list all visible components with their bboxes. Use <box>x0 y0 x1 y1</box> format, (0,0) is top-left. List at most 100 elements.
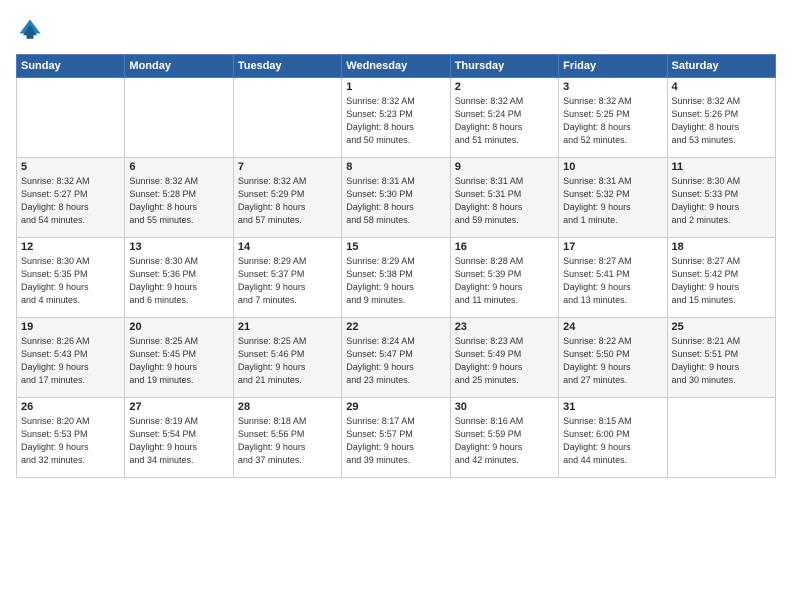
calendar-cell: 11 Sunrise: 8:30 AM Sunset: 5:33 PM Dayli… <box>667 158 775 238</box>
day-info: Sunrise: 8:21 AM Sunset: 5:51 PM Dayligh… <box>672 335 771 387</box>
calendar-week-row: 1 Sunrise: 8:32 AM Sunset: 5:23 PM Daylig… <box>17 78 776 158</box>
calendar-cell: 25 Sunrise: 8:21 AM Sunset: 5:51 PM Dayli… <box>667 318 775 398</box>
day-number: 10 <box>563 161 662 173</box>
day-info: Sunrise: 8:32 AM Sunset: 5:23 PM Dayligh… <box>346 95 445 147</box>
day-number: 5 <box>21 161 120 173</box>
day-number: 29 <box>346 401 445 413</box>
day-number: 1 <box>346 81 445 93</box>
calendar-cell: 14Sunrise: 8:29 AM Sunset: 5:37 PM Dayli… <box>233 238 341 318</box>
calendar-cell: 29 Sunrise: 8:17 AM Sunset: 5:57 PM Dayli… <box>342 398 450 478</box>
day-info: Sunrise: 8:32 AM Sunset: 5:25 PM Dayligh… <box>563 95 662 147</box>
day-info: Sunrise: 8:25 AM Sunset: 5:45 PM Dayligh… <box>129 335 228 387</box>
day-info: Sunrise: 8:24 AM Sunset: 5:47 PM Dayligh… <box>346 335 445 387</box>
day-number: 13 <box>129 241 228 253</box>
day-info: Sunrise: 8:20 AM Sunset: 5:53 PM Dayligh… <box>21 415 120 467</box>
calendar-cell: 7Sunrise: 8:32 AM Sunset: 5:29 PM Daylig… <box>233 158 341 238</box>
day-info: Sunrise: 8:31 AM Sunset: 5:30 PM Dayligh… <box>346 175 445 227</box>
calendar-cell: 31 Sunrise: 8:15 AM Sunset: 6:00 PM Dayli… <box>559 398 667 478</box>
calendar-cell: 22 Sunrise: 8:24 AM Sunset: 5:47 PM Dayli… <box>342 318 450 398</box>
calendar-cell <box>125 78 233 158</box>
day-number: 9 <box>455 161 554 173</box>
calendar-cell: 15 Sunrise: 8:29 AM Sunset: 5:38 PM Dayli… <box>342 238 450 318</box>
day-number: 7 <box>238 161 337 173</box>
logo-icon <box>16 16 44 44</box>
day-info: Sunrise: 8:25 AM Sunset: 5:46 PM Dayligh… <box>238 335 337 387</box>
day-info: Sunrise: 8:26 AM Sunset: 5:43 PM Dayligh… <box>21 335 120 387</box>
day-number: 21 <box>238 321 337 333</box>
calendar-table: SundayMondayTuesdayWednesdayThursdayFrid… <box>16 54 776 478</box>
day-number: 17 <box>563 241 662 253</box>
page: SundayMondayTuesdayWednesdayThursdayFrid… <box>0 0 792 612</box>
calendar-week-row: 12 Sunrise: 8:30 AM Sunset: 5:35 PM Dayli… <box>17 238 776 318</box>
calendar-cell: 12 Sunrise: 8:30 AM Sunset: 5:35 PM Dayli… <box>17 238 125 318</box>
day-number: 4 <box>672 81 771 93</box>
day-info: Sunrise: 8:27 AM Sunset: 5:41 PM Dayligh… <box>563 255 662 307</box>
day-info: Sunrise: 8:29 AM Sunset: 5:38 PM Dayligh… <box>346 255 445 307</box>
calendar-cell: 13Sunrise: 8:30 AM Sunset: 5:36 PM Dayli… <box>125 238 233 318</box>
day-number: 19 <box>21 321 120 333</box>
calendar-cell: 9 Sunrise: 8:31 AM Sunset: 5:31 PM Daylig… <box>450 158 558 238</box>
day-number: 16 <box>455 241 554 253</box>
day-info: Sunrise: 8:31 AM Sunset: 5:31 PM Dayligh… <box>455 175 554 227</box>
day-number: 6 <box>129 161 228 173</box>
day-info: Sunrise: 8:16 AM Sunset: 5:59 PM Dayligh… <box>455 415 554 467</box>
calendar-cell: 28Sunrise: 8:18 AM Sunset: 5:56 PM Dayli… <box>233 398 341 478</box>
calendar-cell: 10 Sunrise: 8:31 AM Sunset: 5:32 PM Dayli… <box>559 158 667 238</box>
day-number: 14 <box>238 241 337 253</box>
day-number: 27 <box>129 401 228 413</box>
calendar-cell: 8Sunrise: 8:31 AM Sunset: 5:30 PM Daylig… <box>342 158 450 238</box>
calendar-cell: 1 Sunrise: 8:32 AM Sunset: 5:23 PM Daylig… <box>342 78 450 158</box>
day-number: 2 <box>455 81 554 93</box>
day-number: 25 <box>672 321 771 333</box>
calendar-cell: 5 Sunrise: 8:32 AM Sunset: 5:27 PM Daylig… <box>17 158 125 238</box>
weekday-header-tuesday: Tuesday <box>233 55 341 78</box>
calendar-cell <box>233 78 341 158</box>
day-info: Sunrise: 8:30 AM Sunset: 5:35 PM Dayligh… <box>21 255 120 307</box>
calendar-cell: 19 Sunrise: 8:26 AM Sunset: 5:43 PM Dayli… <box>17 318 125 398</box>
calendar-cell: 21 Sunrise: 8:25 AM Sunset: 5:46 PM Dayli… <box>233 318 341 398</box>
day-info: Sunrise: 8:19 AM Sunset: 5:54 PM Dayligh… <box>129 415 228 467</box>
calendar-cell: 26Sunrise: 8:20 AM Sunset: 5:53 PM Dayli… <box>17 398 125 478</box>
day-number: 28 <box>238 401 337 413</box>
day-info: Sunrise: 8:32 AM Sunset: 5:27 PM Dayligh… <box>21 175 120 227</box>
calendar-week-row: 5 Sunrise: 8:32 AM Sunset: 5:27 PM Daylig… <box>17 158 776 238</box>
day-number: 18 <box>672 241 771 253</box>
calendar-week-row: 19 Sunrise: 8:26 AM Sunset: 5:43 PM Dayli… <box>17 318 776 398</box>
calendar-cell: 17 Sunrise: 8:27 AM Sunset: 5:41 PM Dayli… <box>559 238 667 318</box>
weekday-header-wednesday: Wednesday <box>342 55 450 78</box>
day-info: Sunrise: 8:32 AM Sunset: 5:24 PM Dayligh… <box>455 95 554 147</box>
calendar-cell: 24Sunrise: 8:22 AM Sunset: 5:50 PM Dayli… <box>559 318 667 398</box>
logo <box>16 16 48 44</box>
calendar-cell: 4 Sunrise: 8:32 AM Sunset: 5:26 PM Daylig… <box>667 78 775 158</box>
calendar-cell: 23 Sunrise: 8:23 AM Sunset: 5:49 PM Dayli… <box>450 318 558 398</box>
weekday-header-thursday: Thursday <box>450 55 558 78</box>
calendar-cell: 3Sunrise: 8:32 AM Sunset: 5:25 PM Daylig… <box>559 78 667 158</box>
calendar-cell: 2 Sunrise: 8:32 AM Sunset: 5:24 PM Daylig… <box>450 78 558 158</box>
day-number: 23 <box>455 321 554 333</box>
calendar-header-row: SundayMondayTuesdayWednesdayThursdayFrid… <box>17 55 776 78</box>
day-number: 11 <box>672 161 771 173</box>
calendar-cell: 30Sunrise: 8:16 AM Sunset: 5:59 PM Dayli… <box>450 398 558 478</box>
calendar-cell: 18Sunrise: 8:27 AM Sunset: 5:42 PM Dayli… <box>667 238 775 318</box>
day-info: Sunrise: 8:15 AM Sunset: 6:00 PM Dayligh… <box>563 415 662 467</box>
day-info: Sunrise: 8:30 AM Sunset: 5:33 PM Dayligh… <box>672 175 771 227</box>
day-info: Sunrise: 8:32 AM Sunset: 5:28 PM Dayligh… <box>129 175 228 227</box>
calendar-cell <box>667 398 775 478</box>
day-info: Sunrise: 8:32 AM Sunset: 5:26 PM Dayligh… <box>672 95 771 147</box>
day-number: 31 <box>563 401 662 413</box>
calendar-cell: 6 Sunrise: 8:32 AM Sunset: 5:28 PM Daylig… <box>125 158 233 238</box>
day-info: Sunrise: 8:17 AM Sunset: 5:57 PM Dayligh… <box>346 415 445 467</box>
weekday-header-sunday: Sunday <box>17 55 125 78</box>
day-info: Sunrise: 8:31 AM Sunset: 5:32 PM Dayligh… <box>563 175 662 227</box>
weekday-header-friday: Friday <box>559 55 667 78</box>
calendar-cell <box>17 78 125 158</box>
day-number: 22 <box>346 321 445 333</box>
day-info: Sunrise: 8:23 AM Sunset: 5:49 PM Dayligh… <box>455 335 554 387</box>
weekday-header-saturday: Saturday <box>667 55 775 78</box>
weekday-header-monday: Monday <box>125 55 233 78</box>
calendar-week-row: 26Sunrise: 8:20 AM Sunset: 5:53 PM Dayli… <box>17 398 776 478</box>
day-info: Sunrise: 8:22 AM Sunset: 5:50 PM Dayligh… <box>563 335 662 387</box>
day-number: 15 <box>346 241 445 253</box>
header <box>16 16 776 44</box>
day-number: 12 <box>21 241 120 253</box>
